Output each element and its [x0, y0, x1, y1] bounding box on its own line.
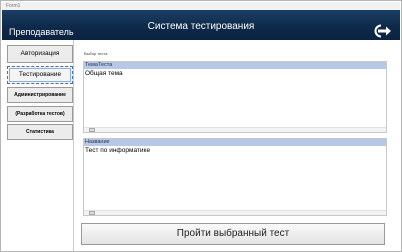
- topics-horizontal-scrollbar[interactable]: [84, 127, 386, 132]
- nav-testing-button[interactable]: Тестирование: [7, 66, 73, 84]
- tests-horizontal-scrollbar[interactable]: [84, 210, 386, 215]
- topics-grid[interactable]: ТемаТеста Общая тема: [83, 61, 387, 133]
- tests-grid-header[interactable]: Название: [84, 139, 386, 146]
- window-title: Form1: [6, 3, 21, 9]
- nav-authorization-button[interactable]: Авторизация: [7, 45, 73, 63]
- tests-grid[interactable]: Название Тест по информатике: [83, 138, 387, 216]
- tests-grid-row[interactable]: Тест по информатике: [84, 146, 386, 155]
- logout-icon[interactable]: [372, 23, 392, 39]
- nav-statistics-button[interactable]: Статистика: [7, 124, 73, 140]
- main-content: Выбор теста ТемаТеста Общая тема Названи…: [78, 40, 396, 251]
- app-title: Система тестирования: [147, 21, 255, 32]
- window-titlebar[interactable]: Form1: [2, 2, 400, 10]
- section-caption: Выбор теста: [84, 51, 108, 56]
- app-header: Преподаватель Система тестирования: [2, 10, 400, 40]
- topics-grid-header[interactable]: ТемаТеста: [84, 62, 386, 69]
- topics-grid-row[interactable]: Общая тема: [84, 69, 386, 78]
- topics-scroll-thumb[interactable]: [89, 128, 95, 132]
- tests-scroll-thumb[interactable]: [89, 211, 95, 215]
- run-selected-test-button[interactable]: Пройти выбранный тест: [81, 223, 385, 245]
- app-window: Form1 Преподаватель Система тестирования…: [0, 0, 402, 252]
- sidebar: Авторизация Тестирование Администрирован…: [2, 40, 74, 251]
- nav-administration-button[interactable]: Администрирование: [7, 87, 73, 103]
- nav-test-development-button[interactable]: (Разработка тестов): [7, 106, 73, 122]
